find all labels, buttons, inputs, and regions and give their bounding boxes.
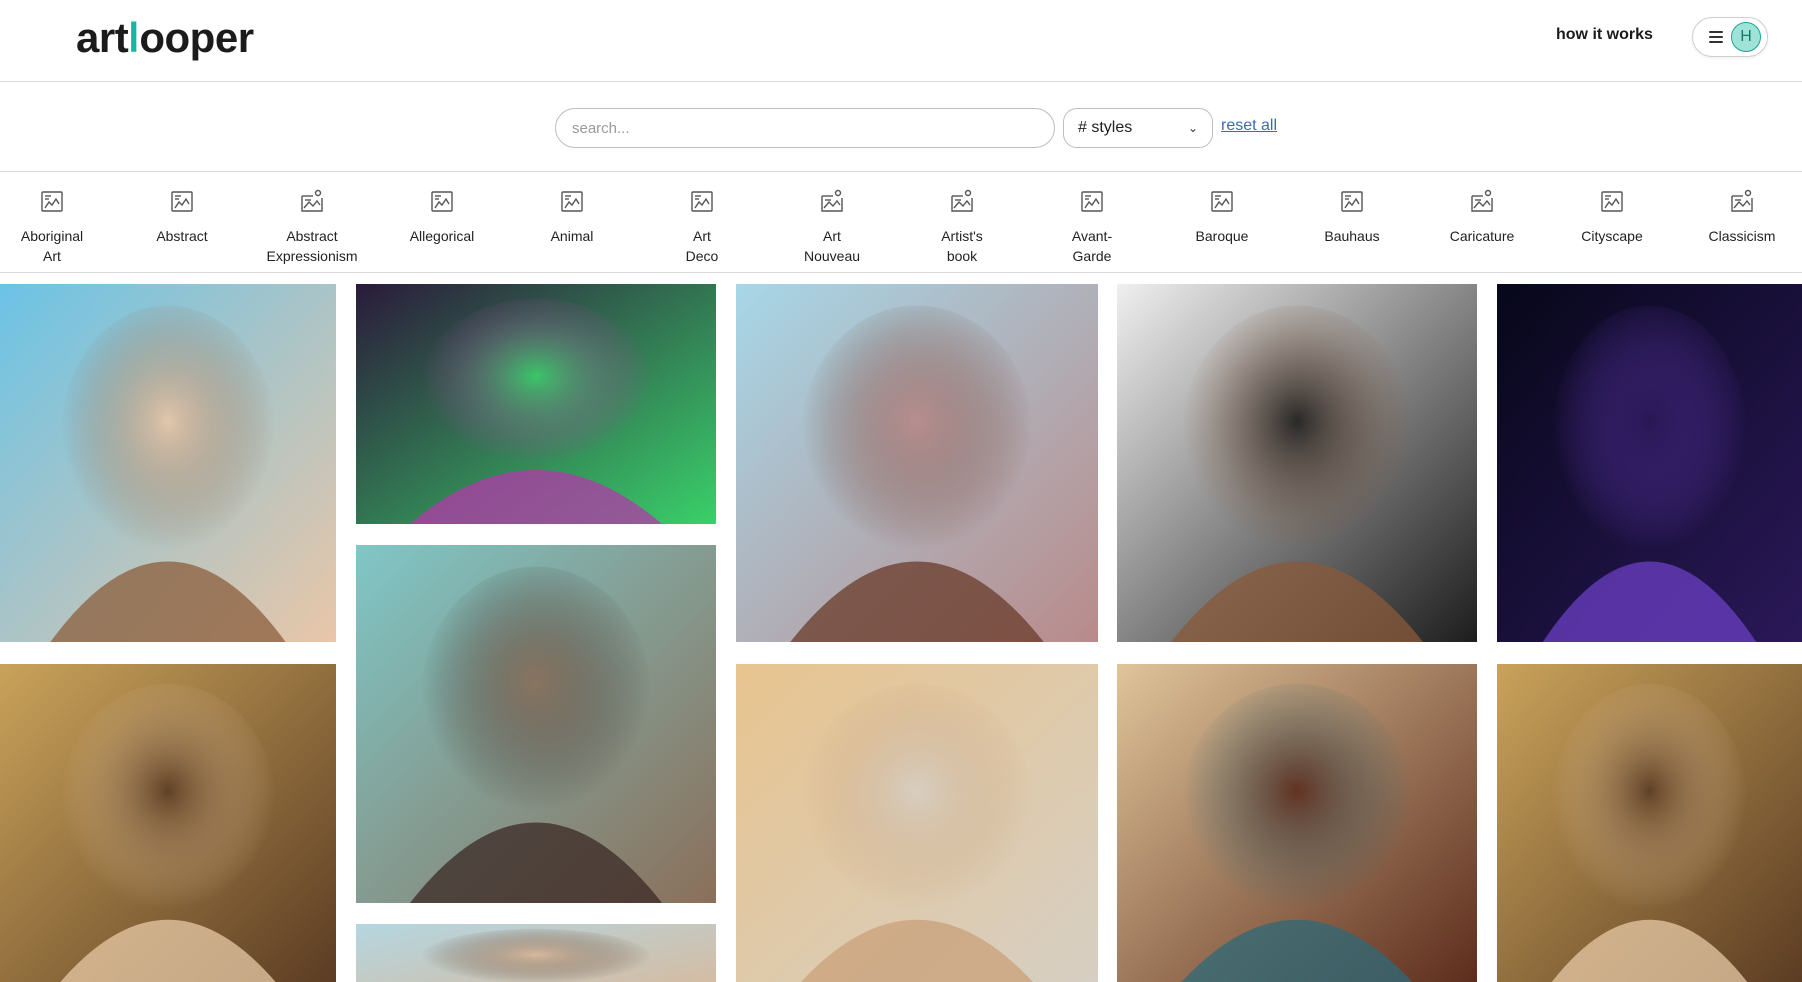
style-item-label: Art Nouveau [803,228,861,264]
style-item-label: Caricature [1449,228,1515,244]
image-frame-icon [689,188,715,214]
style-item-label: Artist's book [941,228,983,264]
image-frame-icon [1599,188,1625,214]
gallery-image-anime-girl-cafe-table[interactable] [356,545,716,903]
image-frame-icon [169,188,195,214]
artlooper-logo[interactable]: art l ooper [76,10,254,66]
style-item-label: Abstract [156,228,208,244]
logo-text-ooper: ooper [139,14,254,61]
gallery-image-owl-moon-night[interactable] [1497,284,1802,642]
gallery-image-blonde-girl-coffee-cars[interactable] [0,664,336,982]
style-item-label: Cityscape [1581,228,1643,244]
search-input[interactable] [555,108,1055,148]
style-item[interactable]: Abstract Expressionism [247,172,377,273]
style-item-label: Avant- Garde [1071,228,1113,264]
gallery-image-girl-partial-bottom[interactable] [356,924,716,982]
top-header: art l ooper how it works H [0,0,1802,82]
style-item[interactable]: Bauhaus [1287,172,1417,273]
image-frame-icon [1339,188,1365,214]
style-item[interactable]: Aboriginal Art [0,172,117,273]
style-item[interactable]: Art Nouveau [767,172,897,273]
how-it-works-link[interactable]: how it works [1556,26,1653,44]
style-item-label: Abstract Expressionism [266,228,358,264]
image-landscape-icon [1469,188,1495,214]
style-item[interactable]: Cityscape [1547,172,1677,273]
style-item[interactable]: Allegorical [377,172,507,273]
image-gallery [0,274,1802,982]
image-frame-icon [1209,188,1235,214]
gallery-image-woman-teal-jacket-coffee[interactable] [1117,664,1477,982]
style-item-label: Art Deco [685,228,719,264]
gallery-image-girl-long-hair-cup[interactable] [736,664,1098,982]
logo-text-art: art [76,14,129,61]
image-frame-icon [429,188,455,214]
image-frame-icon [559,188,585,214]
styles-dropdown-value: # styles [1078,119,1133,136]
style-item[interactable]: Animal [507,172,637,273]
style-item[interactable]: Avant- Garde [1027,172,1157,273]
image-landscape-icon [299,188,325,214]
style-item-label: Animal [550,228,594,244]
style-item[interactable]: Caricature [1417,172,1547,273]
style-item-label: Aboriginal Art [20,228,84,264]
style-item-label: Classicism [1708,228,1776,244]
style-item-label: Baroque [1195,228,1249,244]
user-menu-button[interactable]: H [1692,17,1768,57]
image-frame-icon [1079,188,1105,214]
avatar: H [1731,22,1761,52]
logo-text-loop: l [128,14,140,61]
search-bar: # styles ⌄ reset all [0,82,1802,172]
image-frame-icon [39,188,65,214]
reset-all-link[interactable]: reset all [1221,117,1277,135]
gallery-image-anime-boy-portrait[interactable] [1117,284,1477,642]
style-item[interactable]: Classicism [1677,172,1802,273]
style-item-label: Bauhaus [1324,228,1380,244]
style-item[interactable]: Artist's book [897,172,1027,273]
hamburger-menu-icon [1709,31,1723,43]
chevron-down-icon: ⌄ [1187,121,1198,135]
style-item-label: Allegorical [409,228,475,244]
gallery-image-blonde-girl-coffee-cars-2[interactable] [1497,664,1802,982]
style-filter-row: Aboriginal Art Abstract Abstract Expressio… [0,172,1802,273]
gallery-image-dark-skin-woman-coffee[interactable] [736,284,1098,642]
style-item[interactable]: Abstract [117,172,247,273]
image-landscape-icon [819,188,845,214]
gallery-image-anime-girl-coffee-wind[interactable] [0,284,336,642]
image-landscape-icon [949,188,975,214]
style-item[interactable]: Baroque [1157,172,1287,273]
style-item[interactable]: Art Deco [637,172,767,273]
styles-dropdown[interactable]: # styles ⌄ [1063,108,1213,148]
image-landscape-icon [1729,188,1755,214]
gallery-image-dj-turntable[interactable] [356,284,716,524]
